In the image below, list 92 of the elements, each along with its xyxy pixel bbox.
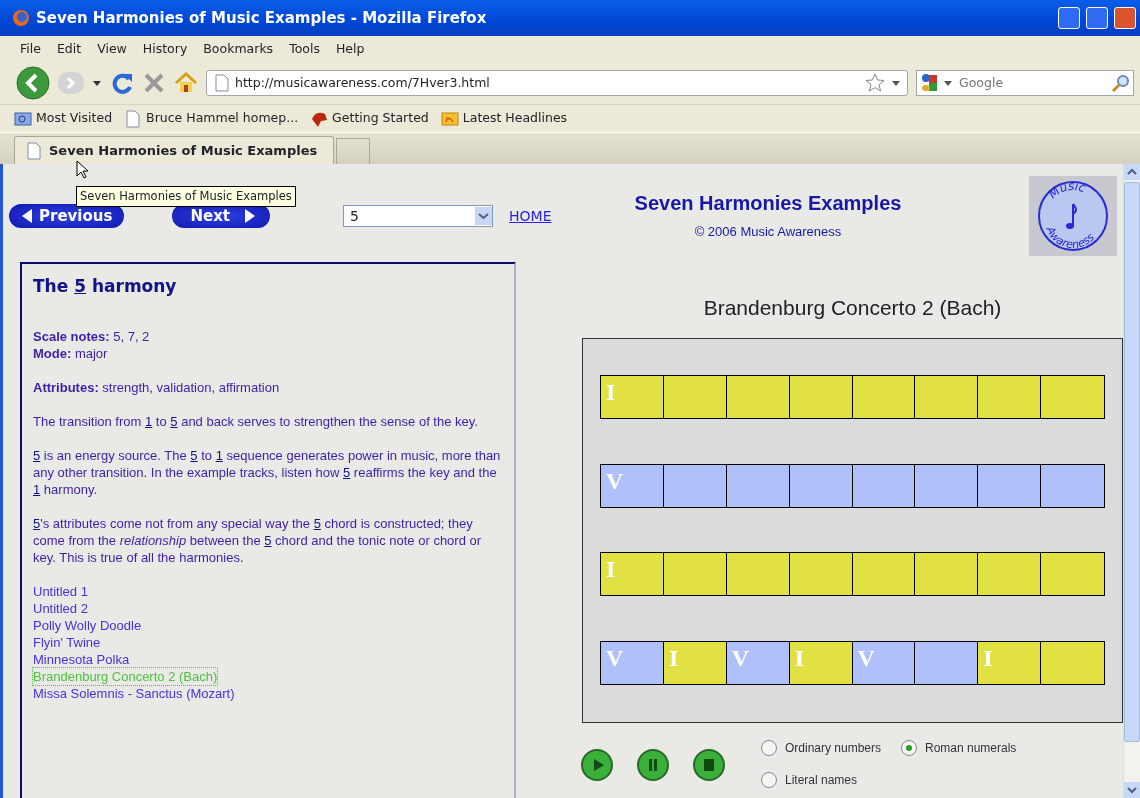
dropdown-icon[interactable]: [891, 78, 901, 88]
back-icon[interactable]: [16, 66, 50, 100]
harmony-cell: I: [789, 642, 853, 685]
bookmark-item[interactable]: Getting Started: [310, 109, 429, 128]
paragraph-text: 5 is an energy source. The 5 to 1 sequence generates power in music, more than any other transition. In the example tracks, listen how 5 reaffirms the key and the 1 harmony.: [33, 447, 502, 499]
feed-icon: [440, 109, 459, 128]
attributes-text: Attributes: strength, validation, affirmation: [33, 379, 281, 397]
harmony-link[interactable]: 5: [264, 533, 272, 549]
page-icon: [25, 141, 41, 160]
harmony-cell: V: [601, 642, 664, 685]
folder-icon: [14, 109, 32, 128]
menu-item[interactable]: History: [134, 39, 196, 59]
page-icon: [213, 74, 229, 92]
window-title: Seven Harmonies of Music Examples - Mozilla Firefox: [36, 7, 488, 29]
harmony-select[interactable]: 5: [343, 205, 493, 227]
harmony-link[interactable]: 5: [190, 448, 198, 464]
track-link[interactable]: Polly Wolly Doodle: [33, 617, 142, 635]
right-arrow-icon: [244, 208, 256, 224]
harmony-cell: I: [601, 553, 664, 596]
menu-item[interactable]: Tools: [281, 39, 328, 59]
search-icon[interactable]: [1111, 74, 1129, 92]
radio-button[interactable]: [761, 739, 777, 756]
harmony-link[interactable]: 5: [343, 465, 351, 481]
left-arrow-icon: [21, 208, 33, 224]
page-heading: Seven Harmonies Examples: [634, 191, 902, 216]
mouse-pointer-icon: [76, 160, 90, 180]
radio-option[interactable]: Ordinary numbers: [761, 738, 901, 757]
engine-icon[interactable]: [921, 73, 939, 93]
close-button[interactable]: [1114, 7, 1136, 29]
radio-button[interactable]: [761, 771, 777, 788]
track-link[interactable]: Minnesota Polka: [33, 651, 130, 669]
stop-icon[interactable]: [693, 748, 725, 781]
harmony-cell: V: [726, 642, 790, 685]
harmony-link[interactable]: 1: [215, 448, 223, 464]
search-box[interactable]: Google: [916, 70, 1134, 96]
harmony-cell: I: [601, 375, 664, 418]
search-input[interactable]: Google: [957, 72, 1107, 94]
menu-item[interactable]: File: [12, 39, 49, 59]
browser-logo-icon: [12, 9, 30, 27]
previous-button[interactable]: Previous: [9, 204, 125, 228]
harmony-link[interactable]: 1: [33, 482, 41, 498]
menu-item[interactable]: Edit: [48, 39, 90, 59]
reload-icon[interactable]: [110, 71, 134, 95]
bookmark-label: Most Visited: [36, 109, 113, 128]
track-link[interactable]: Untitled 2: [33, 600, 88, 618]
harmony-cell: I: [663, 642, 727, 685]
url-text: http://musicawareness.com/7Hver3.html: [235, 73, 491, 92]
scroll-up-icon[interactable]: [1124, 164, 1140, 180]
minimize-button[interactable]: [1058, 7, 1080, 29]
menu-item[interactable]: View: [89, 39, 135, 59]
track-link[interactable]: Untitled 1: [33, 583, 88, 601]
harmony-cell: I: [978, 642, 1042, 685]
harmony-link[interactable]: 5: [33, 448, 41, 464]
paragraph-text: 5's attributes come not from any special way the 5 chord is constructed; they come from the relationship between the 5 chord and the tonic note or chord or key. This is true of all the harmonies.: [33, 515, 483, 567]
paragraph-text: The transition from 1 to 5 and back serves to strengthen the sense of the key.: [33, 413, 479, 431]
page-icon: [124, 109, 143, 128]
radio-option[interactable]: Literal names: [761, 770, 901, 789]
harmony-link[interactable]: 5: [33, 516, 41, 532]
bookmark-label: Getting Started: [332, 109, 429, 128]
harmony-link[interactable]: 5: [313, 516, 321, 532]
pause-icon[interactable]: [637, 748, 669, 781]
harmony-cell: V: [601, 464, 664, 507]
dropdown-icon: [475, 207, 492, 225]
bookmark-label: Latest Headlines: [462, 109, 568, 128]
track-link[interactable]: Missa Solemnis - Sanctus (Mozart): [33, 685, 235, 703]
harmony-title: The 5 harmony: [33, 276, 178, 297]
scroll-down-icon[interactable]: [1124, 782, 1140, 798]
track-link[interactable]: Flyin' Twine: [33, 634, 101, 652]
dropdown-icon[interactable]: [943, 78, 953, 88]
play-icon[interactable]: [581, 748, 613, 781]
home-link[interactable]: HOME: [509, 205, 552, 227]
copyright-text: © 2006 Music Awareness: [694, 223, 842, 241]
tooltip: Seven Harmonies of Music Examples: [76, 186, 296, 208]
radio-option[interactable]: Roman numerals: [901, 738, 1041, 757]
harmony-link[interactable]: 1: [145, 414, 153, 430]
dropdown-icon[interactable]: [92, 78, 102, 88]
harmony-link[interactable]: 5: [170, 414, 178, 430]
fact-text: Scale notes: 5, 7, 2: [33, 328, 151, 346]
radio-button[interactable]: [901, 739, 917, 756]
tab[interactable]: Seven Harmonies of Music Examples: [14, 136, 335, 164]
menu-item[interactable]: Bookmarks: [195, 39, 282, 59]
fact-text: Mode: major: [33, 345, 109, 363]
harmony-link[interactable]: 5: [74, 276, 86, 296]
home-icon[interactable]: [174, 71, 198, 95]
bookmark-item[interactable]: Most Visited: [14, 109, 113, 128]
song-title: Brandenburg Concerto 2 (Bach): [703, 295, 1002, 321]
harmony-cell: V: [852, 642, 916, 685]
address-field[interactable]: http://musicawareness.com/7Hver3.html: [206, 70, 908, 96]
bookmark-item[interactable]: Latest Headlines: [440, 109, 568, 128]
menu-item[interactable]: Help: [327, 39, 373, 59]
maximize-button[interactable]: [1086, 7, 1108, 29]
star-icon[interactable]: [865, 73, 885, 93]
